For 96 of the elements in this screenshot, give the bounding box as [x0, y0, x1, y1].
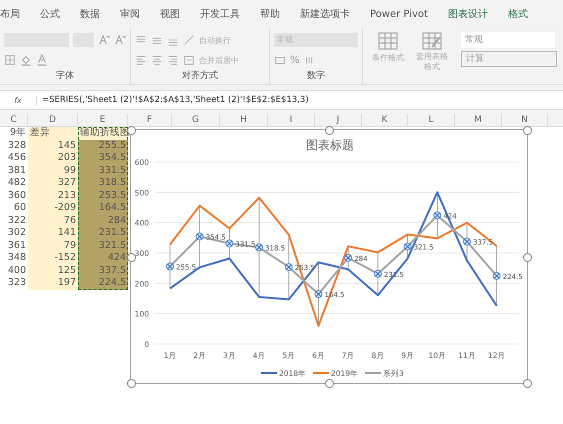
series-line[interactable]	[169, 196, 498, 327]
column-header[interactable]: C	[0, 114, 28, 126]
table-cell-text: 381	[6, 164, 27, 177]
table-cell: 253.5	[78, 190, 128, 202]
table-cell: 差异	[28, 127, 78, 140]
ribbon-tab[interactable]: 公式	[40, 7, 69, 21]
table-cell-text: 60	[12, 202, 27, 214]
table-cell-text: 400	[6, 264, 27, 277]
ribbon-tab[interactable]: 数据	[80, 7, 109, 21]
group-label: 字体	[55, 70, 75, 82]
table-cell-text: 9年	[8, 127, 27, 140]
resize-handle[interactable]	[523, 252, 532, 262]
data-marker[interactable]	[196, 232, 204, 240]
table-cell-text: 348	[6, 252, 27, 264]
data-marker[interactable]	[255, 243, 264, 252]
table-cell: 213	[28, 190, 78, 202]
table-cell: -209	[28, 202, 78, 214]
column-header[interactable]: D	[28, 114, 78, 126]
table-cell: 327	[28, 177, 78, 190]
ribbon-tab[interactable]: 图表设计	[448, 7, 497, 21]
table-cell: 145	[28, 140, 78, 152]
table-cell-text: 323	[6, 277, 27, 290]
data-marker[interactable]	[463, 238, 471, 246]
formula-field[interactable]: =SERIES(,'Sheet1 (2)'!$A$2:$A$13,'Sheet1 (2)'!$E$2:$E$13,3)	[37, 95, 309, 105]
align-left-icon[interactable]	[135, 54, 147, 66]
data-marker[interactable]	[284, 263, 293, 272]
column-header[interactable]: E	[78, 114, 128, 126]
table-cell: 284	[78, 214, 128, 227]
data-marker[interactable]	[404, 242, 412, 250]
table-cell-text: 360	[6, 190, 27, 202]
column-header[interactable]: K	[362, 114, 408, 126]
table-cell: 224.5	[78, 277, 128, 290]
data-marker[interactable]	[225, 239, 234, 248]
table-cell: 141	[28, 227, 78, 240]
data-marker[interactable]	[492, 272, 501, 280]
resize-handle[interactable]	[523, 126, 532, 135]
table-cell: -152	[28, 252, 78, 264]
resize-handle[interactable]	[127, 379, 136, 388]
table-cell: 99	[28, 164, 78, 177]
function-label[interactable]: fx	[0, 96, 37, 104]
table-cell: 318.5	[78, 177, 128, 190]
resize-handle[interactable]	[127, 252, 136, 262]
fill-color-icon[interactable]	[20, 54, 32, 66]
resize-handle[interactable]	[325, 126, 334, 135]
table-cell-text: 361	[6, 240, 27, 252]
table-cell: 164.5	[78, 202, 128, 214]
resize-handle[interactable]	[325, 379, 334, 388]
ribbon-tab[interactable]: 审阅	[120, 7, 149, 21]
table-cell: 79	[28, 240, 78, 252]
table-cell: 231.5	[78, 227, 128, 240]
group-label: 对齐方式	[181, 70, 219, 82]
grow-font-icon[interactable]	[98, 34, 110, 46]
data-marker[interactable]	[314, 290, 322, 298]
table-cell: 354.5	[78, 152, 128, 164]
table-cell-text: 302	[6, 227, 27, 240]
ribbon-tab[interactable]: Power Pivot	[370, 8, 437, 20]
table-icon	[422, 32, 442, 50]
ribbon-tab[interactable]: 布局	[0, 7, 29, 21]
table-cell: 424	[78, 252, 128, 264]
align-right-icon[interactable]	[167, 54, 179, 66]
table-icon	[378, 32, 398, 50]
table-cell: 321.5	[78, 240, 128, 252]
series-line[interactable]	[169, 191, 498, 306]
table-cell-text: 482	[6, 177, 27, 190]
cell-style[interactable]: 常规	[461, 32, 555, 48]
table-cell-text: 322	[6, 214, 27, 227]
table-cell: 331.5	[78, 164, 128, 177]
table-cell-text: 456	[6, 152, 27, 164]
table-cell: 337.5	[78, 264, 128, 277]
table-cell: 197	[28, 277, 78, 290]
shrink-font-icon[interactable]	[114, 34, 126, 46]
data-marker[interactable]	[344, 254, 352, 262]
table-cell: 255.5	[78, 140, 128, 152]
ribbon-tab[interactable]: 格式	[508, 7, 537, 21]
font-color-icon[interactable]	[36, 54, 48, 66]
data-marker[interactable]	[433, 211, 442, 220]
resize-handle[interactable]	[523, 379, 532, 388]
table-cell: 203	[28, 152, 78, 164]
column-header[interactable]: I	[268, 114, 315, 126]
group-label: 数字	[306, 70, 326, 82]
table-cell: 125	[28, 264, 78, 277]
table-cell-text: 328	[6, 140, 27, 152]
data-marker[interactable]	[166, 262, 174, 270]
chart-title[interactable]: 图表标题	[306, 138, 354, 152]
ribbon-tab[interactable]: 新建选项卡	[300, 7, 359, 21]
ribbon-tab[interactable]: 开发工具	[200, 7, 249, 21]
column-header[interactable]: M	[455, 114, 502, 126]
ribbon-tab[interactable]: 视图	[160, 7, 189, 21]
align-center-icon[interactable]	[151, 54, 163, 66]
column-header[interactable]: L	[408, 114, 455, 126]
data-marker[interactable]	[374, 270, 382, 278]
column-header[interactable]: G	[172, 114, 220, 126]
column-header[interactable]: H	[220, 114, 268, 126]
table-cell: 76	[28, 214, 78, 227]
borders-icon[interactable]	[4, 54, 16, 66]
ribbon-tab[interactable]: 帮助	[260, 7, 289, 21]
